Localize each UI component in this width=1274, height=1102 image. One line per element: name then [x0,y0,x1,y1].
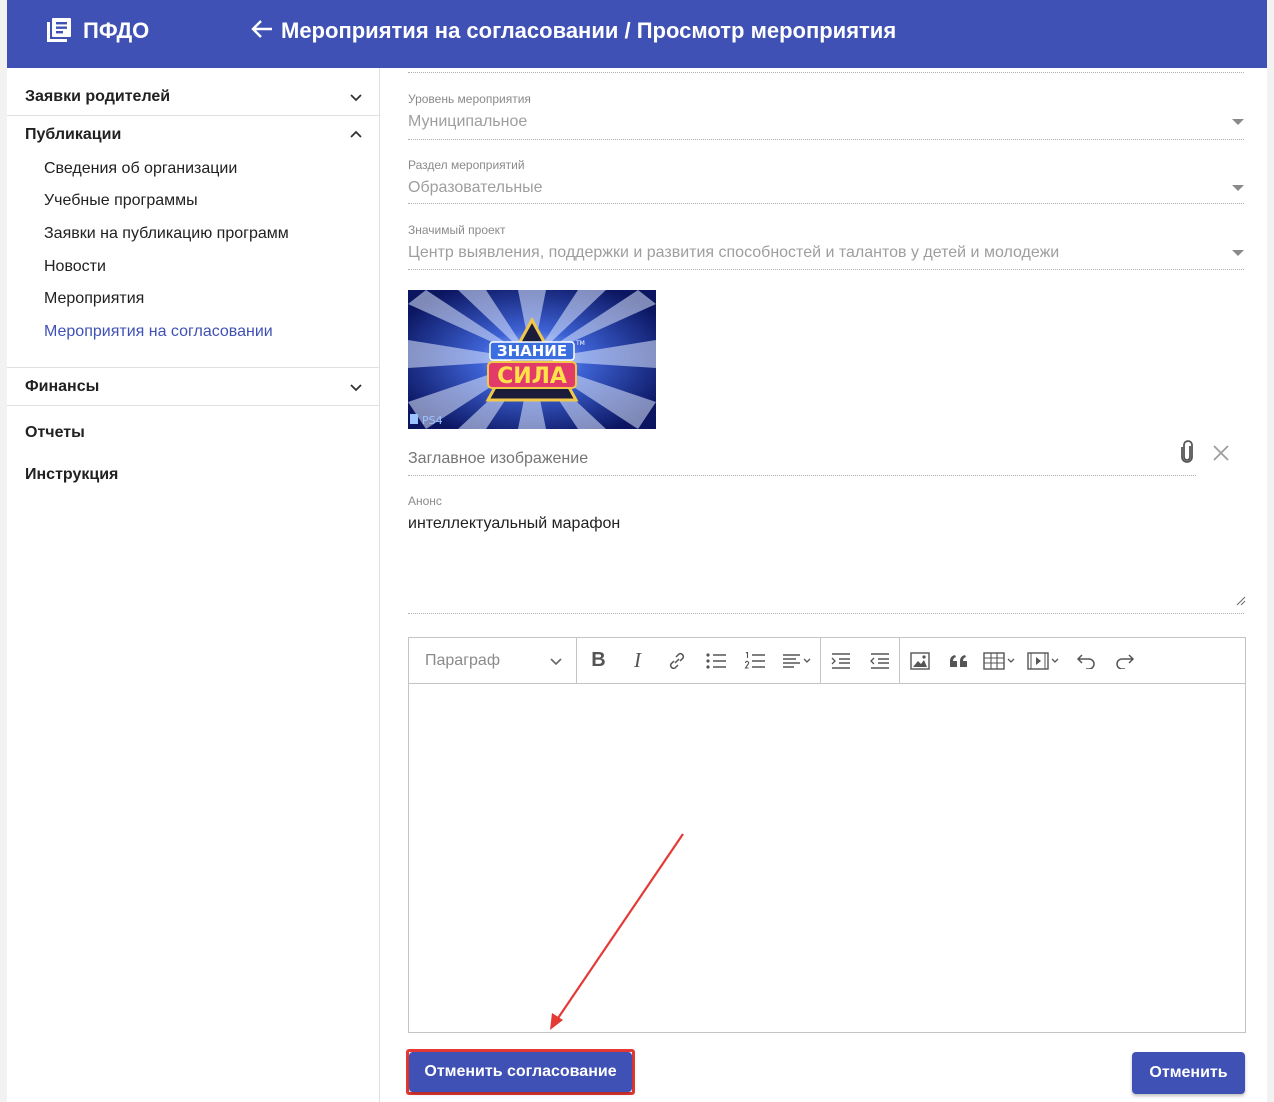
page-title-text: Мероприятия на согласовании / Просмотр м… [281,18,897,43]
undo-button[interactable] [1066,638,1105,684]
paperclip-icon[interactable] [1180,440,1194,464]
sidebar-item-events-pending[interactable]: Мероприятия на согласовании [44,323,273,341]
annotation-arrow [550,833,684,1030]
undo-icon [1076,653,1095,669]
italic-button[interactable]: I [618,638,657,684]
announce-textarea[interactable]: интеллектуальный марафон [408,515,620,533]
sidebar-item-publications[interactable]: Публикации [7,124,380,146]
redo-icon [1115,653,1134,669]
sidebar-item-reports[interactable]: Отчеты [7,422,380,444]
dropdown-arrow-icon[interactable] [1232,250,1244,256]
dropdown-arrow-icon[interactable] [1232,119,1244,125]
resize-handle-icon[interactable] [1236,596,1246,606]
chevron-down-icon [350,384,362,392]
link-icon [669,652,684,669]
bulleted-list-icon [705,652,726,669]
cancel-approval-button[interactable]: Отменить согласование [409,1052,632,1092]
project-label: Значимый проект [408,223,506,237]
align-left-icon [783,653,811,668]
project-select[interactable]: Центр выявления, поддержки и развития сп… [408,244,1059,262]
format-select-value: Параграф [425,651,500,669]
outdent-icon [869,652,889,669]
field-underline [408,139,1244,140]
sidebar-item-finance[interactable]: Финансы [7,376,380,398]
insert-media-button[interactable] [1022,638,1066,684]
cover-image: ЗНАНИЕ TM СИЛА PS4 [408,290,656,429]
image-icon [909,651,930,670]
chevron-down-icon [350,94,362,102]
sidebar-item-label: Финансы [25,378,100,395]
sidebar-item-label: Заявки родителей [25,88,171,105]
page-title: Мероприятия на согласовании / Просмотр м… [251,18,896,44]
divider [7,405,380,406]
close-icon[interactable] [1212,444,1230,462]
format-select[interactable]: Параграф [409,637,577,684]
table-icon [983,651,1015,670]
sidebar-item-label: Инструкция [25,466,119,483]
cancel-button[interactable]: Отменить [1132,1052,1245,1094]
align-button[interactable] [774,638,820,684]
sidebar-item-news[interactable]: Новости [44,258,106,276]
numbered-list-button[interactable] [735,638,774,684]
cover-image-input[interactable]: Заглавное изображение [408,450,588,468]
divider [7,367,380,368]
field-underline [408,72,1244,73]
chevron-down-icon [550,657,562,665]
insert-image-button[interactable] [900,638,939,684]
logo-tm-text: TM [575,340,585,347]
editor-content-area[interactable] [409,685,1245,1032]
numbered-list-icon [743,651,765,669]
blockquote-button[interactable] [939,638,978,684]
field-underline [408,475,1196,476]
outdent-button[interactable] [860,638,899,684]
library-books-icon [47,18,71,44]
quote-icon [949,654,967,667]
sidebar-item-parent-requests[interactable]: Заявки родителей [7,86,380,108]
editor-toolbar: Параграф B I [409,637,1245,684]
field-underline [408,203,1244,204]
back-arrow-icon[interactable] [251,19,273,44]
section-select[interactable]: Образовательные [408,179,543,197]
bold-icon: B [591,649,606,671]
dropdown-arrow-icon[interactable] [1232,185,1244,191]
redo-button[interactable] [1105,638,1144,684]
level-select[interactable]: Муниципальное [408,113,527,131]
indent-button[interactable] [821,638,860,684]
rich-text-editor: Параграф B I [408,637,1246,1033]
logo-top-text: ЗНАНИЕ [497,342,567,360]
logo-bottom-text: СИЛА [497,364,567,389]
app-window: ПФДО Мероприятия на согласовании / Просм… [7,0,1267,1102]
top-bar: ПФДО Мероприятия на согласовании / Просм… [7,0,1267,68]
level-label: Уровень мероприятия [408,92,531,106]
bold-button[interactable]: B [579,638,618,684]
announce-label: Анонс [408,494,442,508]
sidebar-item-events[interactable]: Мероприятия [44,290,144,308]
sidebar-item-org-info[interactable]: Сведения об организации [44,160,237,178]
brand-label: ПФДО [83,18,150,43]
sidebar-item-instructions[interactable]: Инструкция [7,464,380,486]
insert-table-button[interactable] [978,638,1022,684]
sidebar: Заявки родителей Публикации Сведения об … [7,68,380,1102]
link-button[interactable] [657,638,696,684]
field-underline [408,269,1244,270]
chevron-up-icon [350,130,362,138]
sidebar-item-program-requests[interactable]: Заявки на публикацию программ [44,225,289,243]
indent-icon [831,652,850,669]
field-underline [408,613,1244,614]
sidebar-item-label: Публикации [25,126,122,143]
divider [7,115,380,116]
ps4-logo: PS4 [422,414,443,427]
brand[interactable]: ПФДО [47,18,149,44]
bulleted-list-button[interactable] [696,638,735,684]
sidebar-item-label: Отчеты [25,424,85,441]
media-icon [1027,651,1059,670]
sidebar-item-programs[interactable]: Учебные программы [44,192,198,210]
section-label: Раздел мероприятий [408,158,525,172]
italic-icon: I [634,648,641,672]
